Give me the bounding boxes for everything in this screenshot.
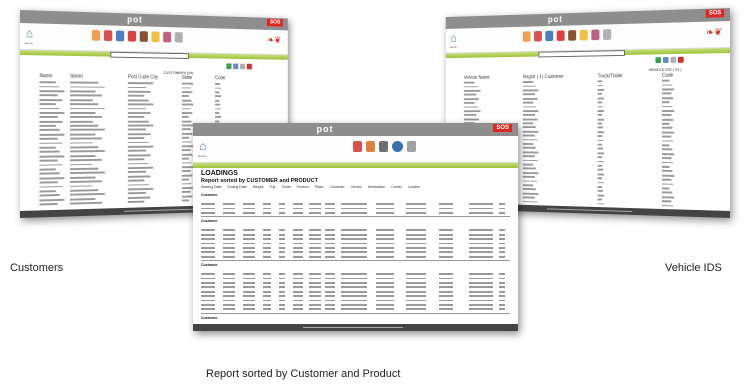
nav-icon[interactable] xyxy=(127,30,137,42)
table-row xyxy=(201,211,506,215)
nav-icon[interactable] xyxy=(407,141,416,152)
col-header: Loaded xyxy=(407,185,420,189)
nav-icon[interactable] xyxy=(103,30,113,42)
search-bar xyxy=(193,163,518,168)
col-header: Weight xyxy=(252,185,264,189)
nav-icon[interactable] xyxy=(591,29,600,41)
col-postcode-city: Post Code City xyxy=(127,74,159,81)
caption-vehicles: Vehicle IDS xyxy=(665,262,722,274)
pdf-icon[interactable] xyxy=(678,56,684,63)
report-title: LOADINGS xyxy=(201,170,238,177)
col-code: Code xyxy=(215,75,226,82)
nav-icon[interactable] xyxy=(353,141,362,152)
group-divider xyxy=(201,312,510,314)
pot-logo: pot xyxy=(547,14,563,25)
nav-icon[interactable] xyxy=(115,30,125,42)
nav-icon[interactable] xyxy=(556,30,565,41)
report-subtitle: Report sorted by CUSTOMER and PRODUCT xyxy=(201,178,318,184)
nav-icons xyxy=(91,29,183,43)
report-header: Starting Date Ending Date Weight Trip Ti… xyxy=(201,185,426,189)
home-label: Home xyxy=(198,154,207,158)
caption-customers: Customers xyxy=(10,262,64,274)
print-icon[interactable] xyxy=(233,63,239,70)
nav-icon[interactable] xyxy=(568,30,577,41)
group-label: Customer xyxy=(201,263,218,267)
sos-button[interactable]: SOS xyxy=(706,9,725,18)
toolbar xyxy=(226,63,252,70)
col-header: Carrier xyxy=(391,185,402,189)
nav-icon[interactable] xyxy=(163,31,172,43)
search-input[interactable] xyxy=(538,50,625,58)
col-header: Trip xyxy=(269,185,276,189)
nav-icons xyxy=(522,29,612,42)
nav-icon[interactable] xyxy=(379,141,388,152)
toolbar xyxy=(655,56,684,64)
col-header: Product xyxy=(296,185,309,189)
group-divider xyxy=(201,216,510,218)
home-icon[interactable]: ⌂ xyxy=(451,31,461,44)
col-header: Starting Date xyxy=(201,185,222,189)
brand-logos: ❧❦ xyxy=(705,27,723,39)
group-label: Customer xyxy=(201,219,218,224)
report-screenshot: pot SOS ⌂ Home LOADINGS Report sorted by… xyxy=(193,123,518,331)
nav-icon[interactable] xyxy=(139,31,148,42)
col-header: Customer xyxy=(329,185,345,189)
home-icon[interactable]: ⌂ xyxy=(199,140,211,152)
edit-icon[interactable] xyxy=(239,63,246,70)
nav-icon[interactable] xyxy=(174,32,183,43)
search-input[interactable] xyxy=(110,51,189,59)
col-header: Place xyxy=(314,185,324,189)
group-divider xyxy=(201,260,510,261)
col-state: State xyxy=(181,75,193,81)
footer xyxy=(193,324,518,331)
col-header: Vendor xyxy=(350,185,362,189)
sos-button[interactable]: SOS xyxy=(493,124,512,132)
col-header: Ticket xyxy=(281,185,291,189)
nav-icon[interactable] xyxy=(545,30,554,42)
export-icon[interactable] xyxy=(655,57,662,64)
caption-report: Report sorted by Customer and Product xyxy=(206,368,401,380)
col-header: Ending Date xyxy=(227,185,247,189)
nav-row: ⌂ Home xyxy=(193,136,518,163)
group-label: Customer xyxy=(201,315,218,320)
nav-icon[interactable] xyxy=(522,31,531,42)
sos-button[interactable]: SOS xyxy=(267,18,283,27)
group-label: Customer xyxy=(201,193,218,197)
edit-icon[interactable] xyxy=(670,56,677,63)
nav-icon[interactable] xyxy=(534,30,542,42)
pot-logo: pot xyxy=(316,124,334,134)
col-header: Destination xyxy=(367,185,386,189)
pdf-icon[interactable] xyxy=(246,63,252,70)
table-row xyxy=(201,255,506,259)
top-bar: pot SOS xyxy=(193,123,518,136)
home-label: Home xyxy=(24,41,33,46)
table-title: VEHICLE IDS ( 31 ) xyxy=(648,66,682,73)
nav-icon[interactable] xyxy=(91,29,101,41)
nav-icon[interactable] xyxy=(151,31,160,43)
col-name: Name xyxy=(39,73,53,80)
nav-icon[interactable] xyxy=(366,141,375,152)
nav-icon[interactable] xyxy=(392,141,403,152)
print-icon[interactable] xyxy=(662,57,669,64)
pot-logo: pot xyxy=(127,14,143,25)
brand-logos: ❧❦ xyxy=(267,35,282,46)
table-row xyxy=(201,307,506,311)
nav-icons xyxy=(353,141,416,152)
home-label: Home xyxy=(449,45,457,49)
nav-icon[interactable] xyxy=(603,29,612,40)
nav-icon[interactable] xyxy=(579,29,588,41)
home-icon[interactable]: ⌂ xyxy=(26,26,38,40)
export-icon[interactable] xyxy=(226,63,232,70)
col-street: Street xyxy=(70,73,83,80)
